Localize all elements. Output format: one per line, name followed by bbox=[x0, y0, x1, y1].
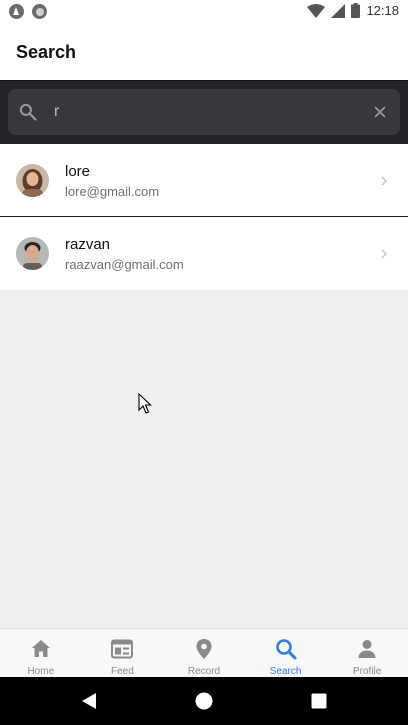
tab-record[interactable]: Record bbox=[163, 629, 245, 678]
list-item[interactable]: lore lore@gmail.com bbox=[0, 144, 408, 217]
tab-label: Profile bbox=[352, 666, 382, 677]
bottom-tab-bar: Home Feed Record Search Profile bbox=[0, 628, 408, 677]
back-icon[interactable] bbox=[79, 691, 99, 711]
tab-search[interactable]: Search bbox=[245, 629, 327, 678]
tab-profile[interactable]: Profile bbox=[326, 629, 408, 678]
chevron-right-icon bbox=[380, 174, 388, 186]
result-email: raazvan@gmail.com bbox=[65, 257, 184, 272]
search-icon bbox=[274, 637, 298, 661]
search-input[interactable] bbox=[54, 99, 354, 125]
app-circle-icon bbox=[32, 4, 47, 19]
search-bar[interactable] bbox=[8, 89, 400, 135]
tab-label: Feed bbox=[110, 666, 134, 677]
mouse-cursor-icon bbox=[138, 393, 152, 414]
home-nav-icon[interactable] bbox=[194, 691, 214, 711]
result-email: lore@gmail.com bbox=[65, 184, 160, 199]
system-nav-bar bbox=[0, 677, 408, 725]
cellular-icon bbox=[331, 3, 346, 18]
list-item[interactable]: razvan raazvan@gmail.com bbox=[0, 217, 408, 290]
avatar bbox=[16, 237, 49, 270]
recents-icon[interactable] bbox=[309, 691, 329, 711]
app-a-icon bbox=[9, 4, 24, 19]
search-toolbar bbox=[0, 80, 408, 144]
status-bar: 12:18 bbox=[0, 0, 408, 24]
close-icon[interactable] bbox=[372, 104, 388, 120]
result-name: lore bbox=[65, 163, 91, 180]
result-name: razvan bbox=[65, 236, 111, 253]
status-time: 12:18 bbox=[366, 3, 399, 18]
app-header: Search bbox=[0, 24, 408, 80]
home-icon bbox=[29, 637, 53, 661]
search-results-list: lore lore@gmail.com razvan raazvan@gmail… bbox=[0, 144, 408, 290]
person-icon bbox=[355, 637, 379, 661]
chevron-right-icon bbox=[380, 247, 388, 259]
page-title: Search bbox=[16, 42, 77, 62]
wifi-icon bbox=[307, 3, 326, 18]
tab-label: Record bbox=[187, 666, 221, 677]
tab-label: Home bbox=[27, 666, 55, 677]
tab-feed[interactable]: Feed bbox=[82, 629, 164, 678]
avatar bbox=[16, 164, 49, 197]
location-pin-icon bbox=[192, 637, 216, 661]
tab-home[interactable]: Home bbox=[0, 629, 82, 678]
search-icon bbox=[18, 102, 38, 122]
tab-label: Search bbox=[269, 666, 302, 677]
battery-icon bbox=[351, 3, 361, 18]
feed-icon bbox=[110, 637, 134, 661]
